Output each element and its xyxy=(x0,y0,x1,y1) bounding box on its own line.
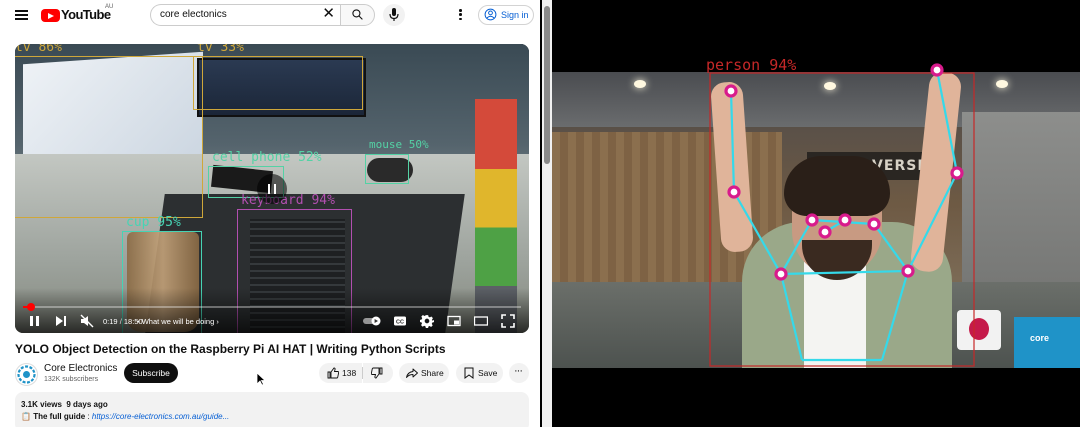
share-button[interactable]: Share xyxy=(399,363,449,383)
svg-text:CC: CC xyxy=(396,320,404,326)
search-query[interactable]: core electonics xyxy=(160,9,227,20)
skeleton-bone xyxy=(733,191,782,275)
country-code: AU xyxy=(105,4,114,10)
pause-bar xyxy=(273,184,276,194)
like-button[interactable]: 138 xyxy=(319,363,362,383)
thumbs-up-icon xyxy=(327,367,339,379)
subscriber-count: 132K subscribers xyxy=(44,376,99,383)
video-title: YOLO Object Detection on the Raspberry P… xyxy=(15,342,446,356)
skeleton-bone xyxy=(907,172,958,272)
detection-box: mouse 50% xyxy=(365,138,429,184)
pause-icon[interactable] xyxy=(29,314,41,328)
keypoint xyxy=(838,213,852,227)
search-icon xyxy=(352,9,363,20)
keypoint xyxy=(867,217,881,231)
upload-age: 9 days ago xyxy=(66,400,108,409)
mute-icon[interactable] xyxy=(80,314,94,328)
fullscreen-icon[interactable] xyxy=(501,314,515,328)
description-line: 📋 The full guide : https://core-electron… xyxy=(21,412,229,421)
menu-icon[interactable] xyxy=(15,10,28,20)
detection-label: tv 86% xyxy=(15,44,62,55)
detection-box: tv 33% xyxy=(193,44,363,110)
person-label: person 94% xyxy=(706,56,796,74)
skeleton-bone xyxy=(880,270,910,361)
mouse-cursor-icon xyxy=(256,372,266,386)
center-pause-button[interactable] xyxy=(257,174,287,204)
keypoint xyxy=(724,84,738,98)
detection-label: cell phone 52% xyxy=(212,150,322,165)
progress-bar[interactable] xyxy=(23,303,521,311)
skeleton-bone xyxy=(779,273,804,361)
theater-mode-icon[interactable] xyxy=(474,314,488,328)
settings-more-icon[interactable] xyxy=(459,9,463,22)
pause-bar xyxy=(267,184,270,194)
voice-search-button[interactable] xyxy=(383,4,405,26)
detection-label: cup 95% xyxy=(126,215,181,230)
microphone-icon xyxy=(389,8,399,21)
more-actions-button[interactable]: ··· xyxy=(509,363,529,383)
chapter-label: • What we will be doing xyxy=(137,317,215,326)
thumbs-down-icon xyxy=(371,367,383,379)
keypoint xyxy=(901,264,915,278)
search-input[interactable]: core electonics ✕ xyxy=(150,4,341,26)
like-count: 138 xyxy=(342,368,357,378)
search-button[interactable] xyxy=(340,4,375,26)
detection-box: tv 86% xyxy=(15,44,203,218)
save-bookmark-icon xyxy=(464,367,474,379)
keypoint xyxy=(818,225,832,239)
sign-in-button[interactable]: Sign in xyxy=(478,5,534,25)
sign-in-label: Sign in xyxy=(501,9,529,20)
detection-label: mouse 50% xyxy=(369,138,429,151)
miniplayer-icon[interactable] xyxy=(447,314,461,328)
scrollbar-thumb[interactable] xyxy=(544,6,550,164)
keypoint xyxy=(727,185,741,199)
channel-avatar[interactable] xyxy=(15,363,38,386)
next-video-icon[interactable] xyxy=(55,314,67,328)
pose-overlay: person 94% xyxy=(706,56,975,367)
guide-link[interactable]: https://core-electronics.com.au/guide... xyxy=(92,412,229,421)
description-separator: : xyxy=(85,412,92,421)
clipboard-icon: 📋 xyxy=(21,412,31,421)
save-button[interactable]: Save xyxy=(456,363,503,383)
view-stats: 3.1K views 9 days ago xyxy=(21,400,108,409)
more-horizontal-icon: ··· xyxy=(514,365,523,377)
account-icon xyxy=(484,8,497,21)
channel-name[interactable]: Core Electronics xyxy=(44,363,117,374)
description-box[interactable]: 3.1K views 9 days ago 📋 The full guide :… xyxy=(15,392,529,427)
keypoint xyxy=(774,267,788,281)
video-player[interactable]: tv 86% tv 33% cell phone 52% mouse 50% k… xyxy=(15,44,529,333)
masthead: YouTube AU core electonics ✕ Sign in xyxy=(0,0,540,30)
autoplay-toggle-icon[interactable] xyxy=(362,314,382,328)
youtube-window: YouTube AU core electonics ✕ Sign in tv … xyxy=(0,0,540,427)
share-icon xyxy=(406,368,418,378)
chevron-right-icon: › xyxy=(216,317,219,326)
clear-search-icon[interactable]: ✕ xyxy=(322,6,335,22)
share-label: Share xyxy=(421,368,444,378)
chapter-title[interactable]: • What we will be doing › xyxy=(137,317,219,326)
logo-wordmark: YouTube xyxy=(61,7,111,22)
youtube-play-icon xyxy=(41,9,60,22)
save-label: Save xyxy=(478,368,498,378)
keypoint xyxy=(930,63,944,77)
detection-label: keyboard 94% xyxy=(241,193,335,208)
skeleton-bone xyxy=(935,69,959,174)
skeleton-bone xyxy=(729,90,736,193)
keypoints xyxy=(724,63,964,281)
pose-estimation-video: MAKERVERSE core person 94% xyxy=(552,0,1080,427)
keypoint xyxy=(805,213,819,227)
keypoint xyxy=(950,166,964,180)
skeleton-bone xyxy=(873,223,909,272)
settings-gear-icon[interactable] xyxy=(420,314,434,328)
core-electronics-logo-icon xyxy=(17,365,36,384)
skeleton-bone xyxy=(780,219,813,275)
dislike-button[interactable] xyxy=(363,363,393,383)
detection-label: tv 33% xyxy=(197,44,244,55)
skeleton-bone xyxy=(780,269,909,276)
description-label: The full guide xyxy=(33,412,86,421)
subscribe-button[interactable]: Subscribe xyxy=(124,363,178,383)
view-count: 3.1K views xyxy=(21,400,62,409)
subtitles-icon[interactable]: CC xyxy=(393,314,407,328)
current-time: 0:19 xyxy=(103,317,118,326)
